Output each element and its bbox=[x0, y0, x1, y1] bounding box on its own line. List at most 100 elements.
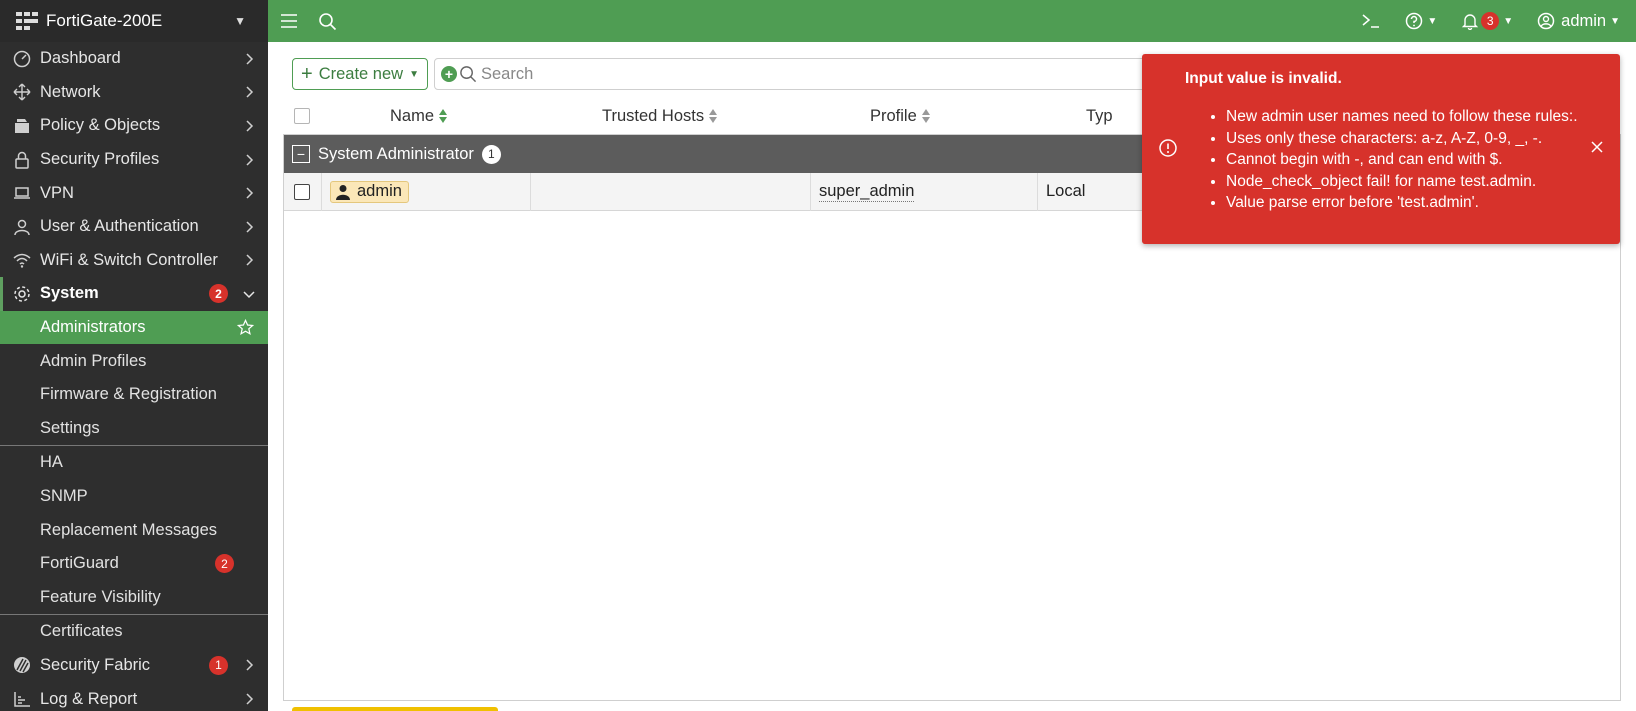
laptop-icon bbox=[12, 183, 32, 203]
column-header-profile[interactable]: Profile bbox=[870, 107, 931, 126]
toast-message: New admin user names need to follow thes… bbox=[1226, 106, 1578, 128]
sidebar-item-wifi-switch[interactable]: WiFi & Switch Controller bbox=[0, 244, 268, 278]
notification-count-badge: 3 bbox=[1481, 12, 1500, 30]
sidebar-item-label: Certificates bbox=[40, 622, 123, 641]
user-menu-button[interactable]: admin ▼ bbox=[1525, 0, 1636, 42]
chevron-right-icon bbox=[246, 86, 254, 98]
sidebar-subitem-admin-profiles[interactable]: Admin Profiles bbox=[0, 344, 268, 378]
sidebar-item-label: Settings bbox=[40, 418, 100, 437]
cell-trusted-hosts bbox=[531, 172, 811, 211]
scroll-indicator bbox=[292, 707, 498, 711]
brand-header[interactable]: FortiGate-200E ▼ bbox=[0, 0, 268, 42]
cell-profile: super_admin bbox=[811, 172, 1038, 211]
help-button[interactable]: ▼ bbox=[1393, 0, 1449, 42]
sidebar-item-label: Administrators bbox=[40, 318, 146, 337]
notification-badge: 1 bbox=[209, 655, 228, 675]
column-header-label: Typ bbox=[1086, 106, 1113, 125]
column-header-label: Name bbox=[390, 106, 435, 125]
gear-icon bbox=[12, 284, 32, 304]
add-filter-icon[interactable]: + bbox=[441, 66, 457, 82]
sidebar-subitem-feature-visibility[interactable]: Feature Visibility bbox=[0, 581, 268, 615]
notification-badge: 2 bbox=[215, 554, 234, 574]
sidebar-item-label: User & Authentication bbox=[40, 217, 199, 236]
sidebar-subitem-firmware[interactable]: Firmware & Registration bbox=[0, 378, 268, 412]
hamburger-icon bbox=[281, 14, 297, 28]
sidebar-item-label: System bbox=[40, 284, 99, 303]
sidebar-item-network[interactable]: Network bbox=[0, 76, 268, 110]
sidebar-item-policy-objects[interactable]: Policy & Objects bbox=[0, 109, 268, 143]
select-all-checkbox-wrap bbox=[294, 108, 310, 124]
chevron-down-icon bbox=[243, 291, 255, 299]
sidebar-subitem-settings[interactable]: Settings bbox=[0, 412, 268, 446]
select-all-checkbox[interactable] bbox=[294, 108, 310, 124]
user-chip[interactable]: admin bbox=[330, 180, 409, 203]
sidebar-subitem-replacement-messages[interactable]: Replacement Messages bbox=[0, 513, 268, 547]
sidebar-item-system[interactable]: System 2 bbox=[0, 277, 268, 311]
sidebar-item-label: Replacement Messages bbox=[40, 520, 218, 539]
row-checkbox[interactable] bbox=[294, 183, 310, 200]
sidebar-item-dashboard[interactable]: Dashboard bbox=[0, 42, 268, 76]
sidebar-item-label: FortiGuard bbox=[40, 554, 119, 573]
plus-icon: + bbox=[301, 62, 313, 85]
column-header-name[interactable]: Name bbox=[390, 107, 448, 126]
star-icon[interactable] bbox=[237, 319, 254, 336]
menu-toggle-button[interactable] bbox=[268, 0, 308, 42]
toast-message-list: New admin user names need to follow thes… bbox=[1226, 106, 1578, 214]
sidebar-item-label: Admin Profiles bbox=[40, 351, 147, 370]
sidebar: FortiGate-200E ▼ Dashboard Network Polic… bbox=[0, 0, 268, 711]
sidebar-subitem-certificates[interactable]: Certificates bbox=[0, 615, 268, 649]
sidebar-item-label: Security Fabric bbox=[40, 655, 151, 674]
search-input[interactable] bbox=[481, 64, 1081, 84]
sidebar-subitem-ha[interactable]: HA bbox=[0, 446, 268, 480]
sidebar-item-vpn[interactable]: VPN bbox=[0, 176, 268, 210]
username-label: admin bbox=[1561, 11, 1607, 30]
sidebar-item-label: SNMP bbox=[40, 487, 88, 506]
create-new-button[interactable]: + Create new ▼ bbox=[292, 58, 428, 90]
sidebar-item-security-fabric[interactable]: Security Fabric 1 bbox=[0, 649, 268, 683]
sidebar-item-log-report[interactable]: Log & Report bbox=[0, 682, 268, 711]
toast-message: Cannot begin with -, and can end with $. bbox=[1226, 149, 1578, 171]
cli-console-button[interactable] bbox=[1349, 0, 1393, 42]
lock-icon bbox=[12, 150, 32, 170]
collapse-icon[interactable]: − bbox=[292, 145, 310, 163]
sidebar-subitem-administrators[interactable]: Administrators bbox=[0, 310, 268, 345]
toast-message: Value parse error before 'test.admin'. bbox=[1226, 192, 1578, 214]
search-icon bbox=[460, 66, 477, 83]
security-fabric-icon bbox=[12, 655, 32, 675]
chevron-right-icon bbox=[246, 659, 254, 672]
top-bar: ▼ 3 ▼ admin ▼ bbox=[268, 0, 1636, 42]
close-icon[interactable] bbox=[1590, 140, 1604, 154]
bar-chart-icon bbox=[12, 689, 32, 709]
device-name: FortiGate-200E bbox=[46, 11, 163, 30]
help-icon bbox=[1406, 12, 1423, 30]
user-name: admin bbox=[357, 182, 402, 200]
sidebar-subitem-fortiguard[interactable]: FortiGuard 2 bbox=[0, 547, 268, 581]
create-new-label: Create new bbox=[318, 64, 404, 83]
profile-link[interactable]: super_admin bbox=[819, 182, 915, 202]
chevron-right-icon bbox=[246, 53, 254, 65]
sidebar-subitem-snmp[interactable]: SNMP bbox=[0, 480, 268, 514]
sidebar-item-label: Network bbox=[40, 82, 101, 101]
sidebar-item-label: Feature Visibility bbox=[40, 587, 161, 606]
column-header-label: Trusted Hosts bbox=[602, 106, 705, 125]
user-icon bbox=[336, 184, 350, 200]
chevron-right-icon bbox=[246, 187, 254, 199]
toast-message: Uses only these characters: a-z, A-Z, 0-… bbox=[1226, 128, 1578, 150]
network-icon bbox=[12, 82, 32, 102]
sort-icon bbox=[709, 109, 718, 123]
sidebar-item-user-authentication[interactable]: User & Authentication bbox=[0, 210, 268, 244]
sidebar-item-label: HA bbox=[40, 453, 63, 472]
sidebar-item-security-profiles[interactable]: Security Profiles bbox=[0, 143, 268, 177]
notifications-button[interactable]: 3 ▼ bbox=[1449, 0, 1525, 42]
global-search-button[interactable] bbox=[308, 0, 347, 42]
caret-down-icon: ▼ bbox=[409, 68, 419, 80]
group-count-badge: 1 bbox=[481, 144, 501, 164]
sidebar-item-label: Dashboard bbox=[40, 49, 121, 68]
sidebar-item-label: Firmware & Registration bbox=[40, 385, 217, 404]
column-header-type[interactable]: Typ bbox=[1086, 107, 1113, 126]
sidebar-item-label: Log & Report bbox=[40, 689, 138, 708]
sort-icon bbox=[439, 109, 448, 123]
search-icon bbox=[319, 12, 337, 30]
column-header-trusted-hosts[interactable]: Trusted Hosts bbox=[602, 107, 718, 126]
caret-down-icon: ▼ bbox=[1427, 15, 1438, 27]
